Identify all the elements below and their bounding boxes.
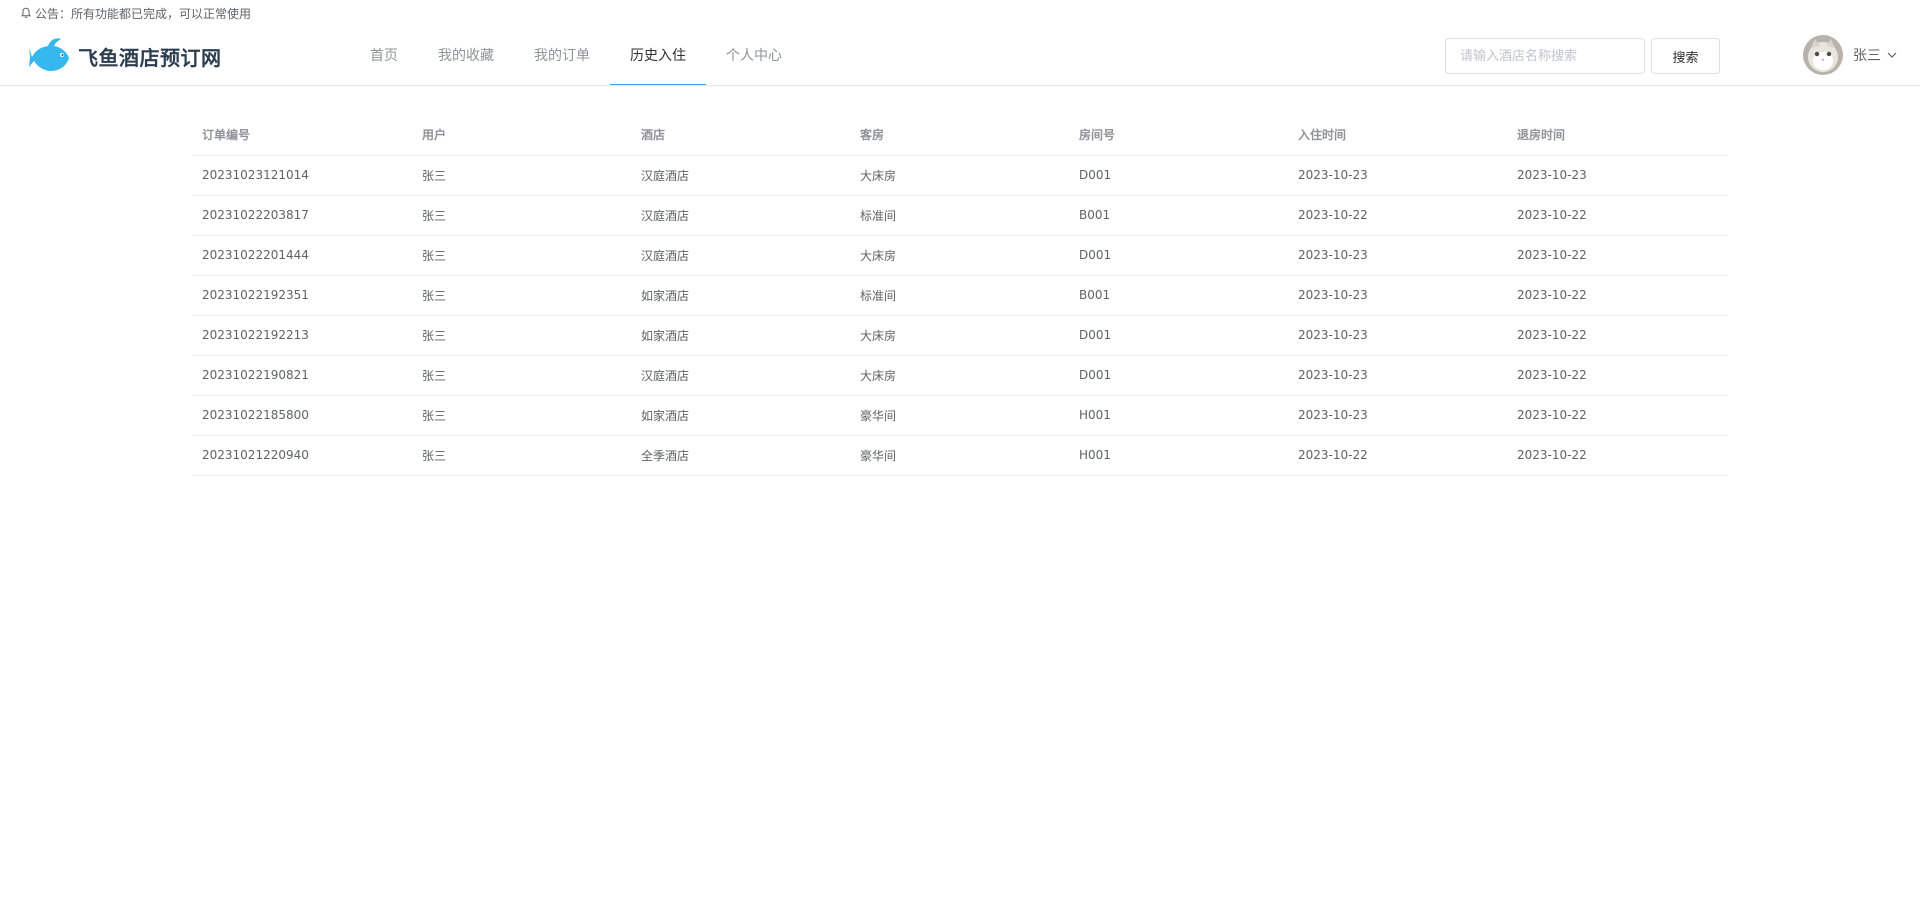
table-row: 20231022192213 张三 如家酒店 大床房 D001 2023-10-… <box>192 315 1728 356</box>
cell-hotel: 如家酒店 <box>631 275 850 316</box>
cell-room-number: D001 <box>1069 315 1288 356</box>
cell-checkin-date: 2023-10-23 <box>1288 395 1507 436</box>
cell-room-number: B001 <box>1069 275 1288 316</box>
brand-name: 飞鱼酒店预订网 <box>78 45 222 70</box>
cell-checkin-date: 2023-10-23 <box>1288 155 1507 196</box>
cell-room-type: 大床房 <box>850 355 1069 396</box>
cell-checkout-date: 2023-10-22 <box>1507 355 1728 396</box>
cell-room-number: B001 <box>1069 195 1288 236</box>
cell-room-type: 大床房 <box>850 235 1069 276</box>
cell-user: 张三 <box>412 395 631 436</box>
cell-order-id: 20231021220940 <box>192 435 412 476</box>
cell-hotel: 汉庭酒店 <box>631 355 850 396</box>
cell-user: 张三 <box>412 435 631 476</box>
cell-checkout-date: 2023-10-22 <box>1507 195 1728 236</box>
nav-item-my-orders[interactable]: 我的订单 <box>514 28 610 86</box>
cell-hotel: 汉庭酒店 <box>631 235 850 276</box>
fish-logo-icon <box>29 38 69 71</box>
cell-hotel: 如家酒店 <box>631 395 850 436</box>
table-row: 20231022203817 张三 汉庭酒店 标准间 B001 2023-10-… <box>192 195 1728 236</box>
cell-room-number: H001 <box>1069 435 1288 476</box>
cell-room-type: 标准间 <box>850 275 1069 316</box>
cell-hotel: 汉庭酒店 <box>631 155 850 196</box>
search-button[interactable]: 搜索 <box>1651 38 1720 74</box>
cell-checkout-date: 2023-10-22 <box>1507 275 1728 316</box>
cell-hotel: 如家酒店 <box>631 315 850 356</box>
announcement-bar: 公告：所有功能都已完成，可以正常使用 <box>20 4 251 22</box>
cell-checkin-date: 2023-10-23 <box>1288 235 1507 276</box>
cell-room-number: D001 <box>1069 235 1288 276</box>
cell-hotel: 全季酒店 <box>631 435 850 476</box>
cell-checkout-date: 2023-10-22 <box>1507 315 1728 356</box>
hotel-search-input[interactable] <box>1445 38 1645 74</box>
cell-user: 张三 <box>412 195 631 236</box>
cell-order-id: 20231022203817 <box>192 195 412 236</box>
cell-room-number: H001 <box>1069 395 1288 436</box>
cell-hotel: 汉庭酒店 <box>631 195 850 236</box>
cell-user: 张三 <box>412 275 631 316</box>
cell-user: 张三 <box>412 355 631 396</box>
cell-room-type: 大床房 <box>850 155 1069 196</box>
cell-order-id: 20231022192351 <box>192 275 412 316</box>
bell-icon <box>20 7 32 19</box>
chevron-down-icon <box>1887 52 1897 58</box>
site-logo[interactable]: 飞鱼酒店预订网 <box>28 35 222 77</box>
cell-order-id: 20231023121014 <box>192 155 412 196</box>
cell-checkin-date: 2023-10-23 <box>1288 275 1507 316</box>
table-row: 20231023121014 张三 汉庭酒店 大床房 D001 2023-10-… <box>192 155 1728 196</box>
cell-checkin-date: 2023-10-23 <box>1288 315 1507 356</box>
cell-checkout-date: 2023-10-22 <box>1507 395 1728 436</box>
cell-order-id: 20231022185800 <box>192 395 412 436</box>
announcement-text: 公告：所有功能都已完成，可以正常使用 <box>35 6 252 21</box>
cell-room-type: 豪华间 <box>850 395 1069 436</box>
nav-item-personal-center[interactable]: 个人中心 <box>706 28 802 86</box>
cell-room-type: 标准间 <box>850 195 1069 236</box>
table-row: 20231022201444 张三 汉庭酒店 大床房 D001 2023-10-… <box>192 235 1728 276</box>
cell-user: 张三 <box>412 235 631 276</box>
user-name: 张三 <box>1853 48 1881 64</box>
cell-user: 张三 <box>412 155 631 196</box>
user-menu[interactable]: 张三 <box>1803 35 1898 75</box>
nav-item-favorites[interactable]: 我的收藏 <box>418 28 514 86</box>
table-row: 20231022190821 张三 汉庭酒店 大床房 D001 2023-10-… <box>192 355 1728 396</box>
table-header-row: 订单编号 用户 酒店 客房 房间号 入住时间 退房时间 <box>192 115 1728 156</box>
cell-room-type: 豪华间 <box>850 435 1069 476</box>
cell-checkin-date: 2023-10-22 <box>1288 195 1507 236</box>
column-header-room-type: 客房 <box>850 115 1069 156</box>
column-header-user: 用户 <box>412 115 631 156</box>
nav-item-home[interactable]: 首页 <box>350 28 418 86</box>
stay-history-table: 订单编号 用户 酒店 客房 房间号 入住时间 退房时间 202310231210… <box>192 115 1728 476</box>
cell-room-number: D001 <box>1069 155 1288 196</box>
column-header-checkin-date: 入住时间 <box>1288 115 1507 156</box>
table-row: 20231021220940 张三 全季酒店 豪华间 H001 2023-10-… <box>192 435 1728 476</box>
cell-order-id: 20231022201444 <box>192 235 412 276</box>
cell-user: 张三 <box>412 315 631 356</box>
table-row: 20231022192351 张三 如家酒店 标准间 B001 2023-10-… <box>192 275 1728 316</box>
cell-checkin-date: 2023-10-23 <box>1288 355 1507 396</box>
table-row: 20231022185800 张三 如家酒店 豪华间 H001 2023-10-… <box>192 395 1728 436</box>
cell-checkout-date: 2023-10-23 <box>1507 155 1728 196</box>
cell-order-id: 20231022190821 <box>192 355 412 396</box>
main-nav: 首页 我的收藏 我的订单 历史入住 个人中心 <box>350 28 802 86</box>
cell-room-type: 大床房 <box>850 315 1069 356</box>
header-divider <box>0 85 1920 86</box>
cell-checkout-date: 2023-10-22 <box>1507 235 1728 276</box>
cell-checkin-date: 2023-10-22 <box>1288 435 1507 476</box>
column-header-checkout-date: 退房时间 <box>1507 115 1728 156</box>
nav-item-stay-history[interactable]: 历史入住 <box>610 28 706 86</box>
stay-history-table-container: 订单编号 用户 酒店 客房 房间号 入住时间 退房时间 202310231210… <box>192 115 1728 476</box>
cell-order-id: 20231022192213 <box>192 315 412 356</box>
column-header-order-id: 订单编号 <box>192 115 412 156</box>
avatar[interactable] <box>1803 35 1843 75</box>
column-header-room-number: 房间号 <box>1069 115 1288 156</box>
cell-checkout-date: 2023-10-22 <box>1507 435 1728 476</box>
top-header: 飞鱼酒店预订网 首页 我的收藏 我的订单 历史入住 个人中心 搜索 张三 <box>0 28 1920 86</box>
cell-room-number: D001 <box>1069 355 1288 396</box>
column-header-hotel: 酒店 <box>631 115 850 156</box>
